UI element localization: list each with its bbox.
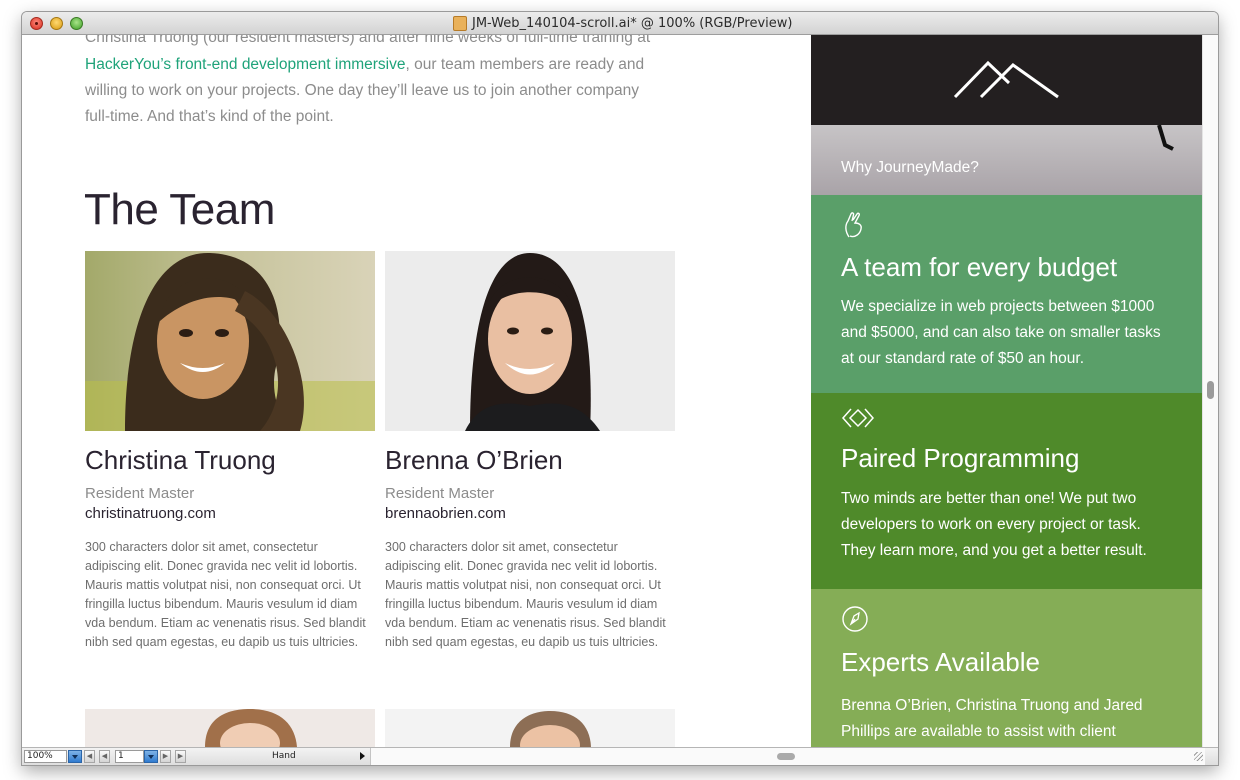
artboard-number-field[interactable]: 1 (115, 750, 144, 763)
panel-body: Brenna O’Brien, Christina Truong and Jar… (841, 697, 1143, 740)
panel-title: A team for every budget (841, 252, 1118, 282)
member-photo (85, 709, 375, 747)
previous-artboard-button[interactable]: ◀ (99, 750, 110, 763)
panel-paired-programming: Paired Programming Two minds are better … (811, 393, 1202, 589)
team-heading: The Team (84, 185, 275, 234)
member-website-link[interactable]: christinatruong.com (85, 505, 216, 522)
status-bar: 100% ◀ ◀ 1 ▶ ▶ Hand (22, 747, 1218, 765)
panel-title: Paired Programming (841, 443, 1080, 473)
vertical-scroll-thumb[interactable] (1207, 381, 1214, 399)
member-photo (385, 709, 675, 747)
window-title: JM-Web_140104-scroll.ai* @ 100% (RGB/Pre… (472, 16, 793, 31)
minimize-button[interactable] (50, 17, 63, 30)
close-button[interactable] (30, 17, 43, 30)
artboard-dropdown-button[interactable] (144, 750, 158, 763)
member-name: Christina Truong (85, 445, 276, 475)
horizontal-scrollbar[interactable] (370, 748, 1205, 765)
document-icon (453, 16, 467, 31)
title-bar: JM-Web_140104-scroll.ai* @ 100% (RGB/Pre… (22, 12, 1218, 35)
next-artboard-button[interactable]: ▶ (160, 750, 171, 763)
hackeryou-link[interactable]: HackerYou’s front-end development immers… (85, 56, 406, 73)
panel-body: Two minds are better than one! We put tw… (841, 490, 1147, 559)
member-bio: 300 characters dolor sit amet, consectet… (385, 540, 666, 649)
current-tool-label: Hand (272, 751, 296, 761)
member-photo-christina (85, 251, 375, 431)
horizontal-scroll-thumb[interactable] (777, 753, 795, 760)
member-role: Resident Master (85, 485, 195, 502)
why-journeymade-banner[interactable]: Why JourneyMade? (811, 125, 1202, 195)
zoom-button[interactable] (70, 17, 83, 30)
member-photo-brenna (385, 251, 675, 431)
vertical-scrollbar[interactable] (1202, 35, 1218, 747)
panel-budget: A team for every budget We specialize in… (811, 195, 1202, 393)
panel-experts: Experts Available Brenna O’Brien, Christ… (811, 589, 1202, 747)
chair-leg-image (1157, 125, 1174, 151)
pen-nib-icon (842, 606, 868, 632)
member-website-link[interactable]: brennaobrien.com (385, 505, 506, 522)
why-journeymade-text: Why JourneyMade? (841, 159, 979, 176)
member-role: Resident Master (385, 485, 495, 502)
status-menu-arrow-icon[interactable] (360, 752, 365, 760)
first-artboard-button[interactable]: ◀ (84, 750, 95, 763)
diamonds-icon (841, 408, 875, 428)
last-artboard-button[interactable]: ▶ (175, 750, 186, 763)
sidebar-header (811, 35, 1202, 125)
artboard-canvas[interactable]: Christina Truong (our resident masters) … (22, 35, 1202, 747)
member-name: Brenna O’Brien (385, 445, 563, 475)
member-bio: 300 characters dolor sit amet, consectet… (85, 540, 366, 649)
resize-grip-icon[interactable] (1194, 752, 1203, 761)
zoom-level-field[interactable]: 100% (24, 750, 67, 763)
intro-paragraph: HackerYou’s front-end development immers… (85, 52, 665, 130)
journeymade-logo-icon (953, 60, 1059, 99)
illustrator-window: JM-Web_140104-scroll.ai* @ 100% (RGB/Pre… (22, 12, 1218, 765)
intro-first-line: Christina Truong (our resident masters) … (85, 35, 651, 46)
zoom-dropdown-button[interactable] (68, 750, 82, 763)
hand-icon (845, 212, 862, 238)
sidebar: Why JourneyMade? A team for every budget… (811, 35, 1202, 747)
panel-title: Experts Available (841, 647, 1040, 677)
panel-body: We specialize in web projects between $1… (841, 298, 1161, 367)
